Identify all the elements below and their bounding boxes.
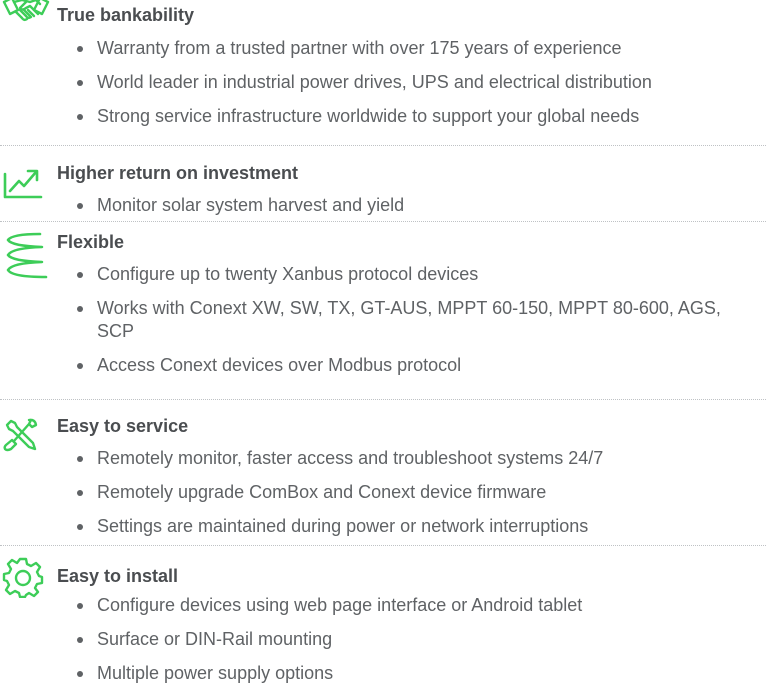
section-title: Easy to service — [57, 416, 189, 436]
section-easy-to-service: Easy to service Remotely monitor, faster… — [0, 400, 766, 546]
list-item: Multiple power supply options — [75, 662, 762, 685]
section-flexible: Flexible Configure up to twenty Xanbus p… — [0, 222, 766, 400]
list-item: Monitor solar system harvest and yield — [75, 194, 762, 217]
bullet-list: Configure devices using web page interfa… — [75, 594, 762, 696]
list-item: Configure devices using web page interfa… — [75, 594, 762, 617]
list-item: Warranty from a trusted partner with ove… — [75, 37, 762, 60]
wrench-screwdriver-icon — [2, 416, 40, 454]
list-item: Access Conext devices over Modbus protoc… — [75, 354, 762, 377]
section-title: Higher return on investment — [57, 163, 299, 183]
handshake-icon — [2, 0, 50, 28]
section-title: Easy to install — [57, 566, 179, 586]
gear-icon — [2, 556, 44, 598]
bullet-list: Configure up to twenty Xanbus protocol d… — [75, 263, 762, 388]
section-higher-return: Higher return on investment Monitor sola… — [0, 146, 766, 222]
section-title: True bankability — [57, 5, 195, 25]
list-item: Remotely upgrade ComBox and Conext devic… — [75, 481, 762, 504]
list-item: Configure up to twenty Xanbus protocol d… — [75, 263, 762, 286]
list-item: Works with Conext XW, SW, TX, GT-AUS, MP… — [75, 297, 762, 343]
bullet-list: Remotely monitor, faster access and trou… — [75, 447, 762, 549]
list-item: World leader in industrial power drives,… — [75, 71, 762, 94]
spring-coil-icon — [2, 230, 50, 282]
list-item: Remotely monitor, faster access and trou… — [75, 447, 762, 470]
section-title: Flexible — [57, 232, 125, 252]
bullet-list: Warranty from a trusted partner with ove… — [75, 37, 762, 139]
section-true-bankability: True bankability Warranty from a trusted… — [0, 0, 766, 146]
list-item: Surface or DIN-Rail mounting — [75, 628, 762, 651]
trend-up-icon — [2, 166, 44, 200]
list-item: Settings are maintained during power or … — [75, 515, 762, 538]
list-item: Strong service infrastructure worldwide … — [75, 105, 762, 128]
section-easy-to-install: Easy to install Configure devices using … — [0, 546, 766, 690]
